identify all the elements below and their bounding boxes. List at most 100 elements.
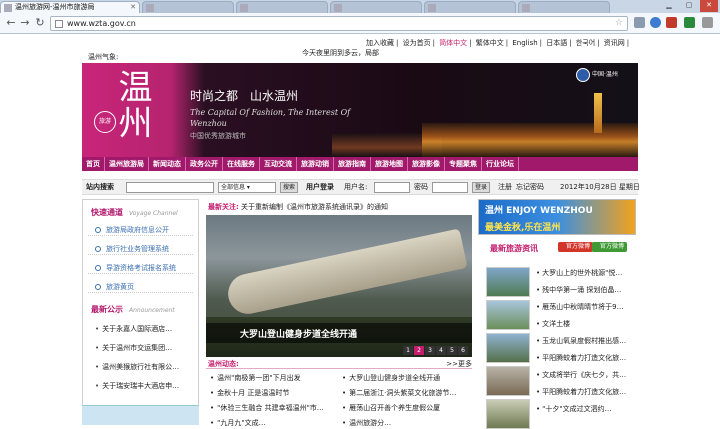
browser-toolbar: ← → ↻ www.wzta.gov.cn ☆ (0, 13, 720, 34)
night-scene-image (422, 123, 638, 157)
weather-label: 温州气象: (88, 53, 119, 61)
news-thumbnail[interactable] (486, 300, 530, 330)
news-item[interactable]: "九月九"文成… (210, 418, 265, 428)
extension-icon[interactable] (634, 17, 645, 28)
mainnav-bureau[interactable]: 温州旅游局 (105, 157, 149, 171)
nav-set-home[interactable]: 设为首页 (403, 39, 431, 47)
extension-icon[interactable] (666, 17, 677, 28)
slide-2[interactable]: 2 (414, 346, 424, 355)
wrench-menu-icon[interactable] (702, 17, 713, 28)
info-item[interactable]: 玉龙山氧泉度假村推出感… (536, 336, 626, 346)
featured-photo[interactable]: 大罗山登山健身步道全线开通 123456 (206, 215, 472, 357)
mainnav-marketing[interactable]: 旅游动销 (297, 157, 334, 171)
mainnav-images[interactable]: 旅游影像 (408, 157, 445, 171)
info-item[interactable]: 大罗山上的世外桃源"悦… (536, 268, 622, 278)
browser-tab-4[interactable] (330, 1, 422, 13)
register-link[interactable]: 注册 (498, 180, 512, 194)
nav-simplified[interactable]: 简体中文 (439, 39, 467, 47)
enjoy-wenzhou-banner[interactable]: 温州 ENJOY WENZHOU 最美金秋,乐在温州 (478, 199, 636, 235)
news-item[interactable]: 温州旅游分… (342, 418, 391, 428)
news-item[interactable]: 雁荡山召开善个养生度假公厦 (342, 403, 440, 413)
reload-icon[interactable]: ↻ (33, 16, 47, 30)
mainnav-service[interactable]: 在线服务 (223, 157, 260, 171)
mainnav-news[interactable]: 新闻动态 (149, 157, 186, 171)
site-search-input[interactable] (126, 182, 214, 193)
left-bottom-panel (82, 405, 199, 425)
browser-tab-5[interactable] (424, 1, 516, 13)
news-item[interactable]: 第二届浙江·洞头紫菜文化旅游节… (342, 388, 456, 398)
nav-korean[interactable]: 한국어 (576, 39, 595, 47)
nav-info-net[interactable]: 资讯网 (604, 39, 625, 47)
mainnav-map[interactable]: 旅游地图 (371, 157, 408, 171)
nav-traditional[interactable]: 繁体中文 (476, 39, 504, 47)
browser-tab-active[interactable]: 温州旅游网-温州市旅游局 ✕ (0, 1, 140, 13)
nav-japanese[interactable]: 日本語 (546, 39, 567, 47)
username-field[interactable] (374, 182, 410, 193)
search-scope-select[interactable]: 全部信息 ▾ (218, 182, 276, 193)
news-item[interactable]: "休验三生融合 共建幸福温州"市… (210, 403, 324, 413)
quick-link-guide-exam[interactable]: 导游资格考试报名系统 (88, 262, 193, 274)
browser-tab-strip: 温州旅游网-温州市旅游局 ✕ ▁ ▢ ✕ (0, 0, 720, 13)
news-item[interactable]: 大罗山登山健身步道全线开通 (342, 373, 440, 383)
notice-item[interactable]: 温州美猴旅行社有限公… (95, 362, 179, 372)
close-window-icon[interactable]: ✕ (700, 0, 718, 12)
info-item[interactable]: 平阳腾蛟着力打造文化旅… (536, 387, 626, 397)
slide-5[interactable]: 5 (447, 346, 457, 355)
address-bar[interactable]: www.wzta.gov.cn ☆ (50, 16, 628, 31)
browser-tab-6[interactable] (518, 1, 610, 13)
login-button[interactable]: 登录 (472, 182, 491, 193)
news-thumbnail[interactable] (486, 333, 530, 363)
minimize-icon[interactable]: ▁ (660, 0, 678, 12)
banner-english-slogan: The Capital Of Fashion, The Interest Of … (190, 108, 351, 128)
nav-add-favorite[interactable]: 加入收藏 (366, 39, 394, 47)
news-thumbnail[interactable] (486, 366, 530, 396)
banner-subtitle: 中国优秀旅游城市 (190, 132, 246, 140)
tab-favicon-icon (334, 4, 342, 12)
news-thumbnail[interactable] (486, 267, 530, 297)
news-item[interactable]: 金秋十月 正是温温时节 (210, 388, 289, 398)
info-item[interactable]: "十夕"文成过文泗约… (536, 404, 611, 414)
notice-item[interactable]: 关于永嘉人国际酒店… (95, 324, 172, 334)
extension-icon[interactable] (684, 17, 695, 28)
info-item[interactable]: 文洋土楼 (536, 319, 570, 329)
info-item[interactable]: 文成将举行《庆七夕，共… (536, 370, 626, 380)
search-button[interactable]: 搜索 (280, 182, 299, 193)
extension-icon[interactable] (650, 17, 661, 28)
nav-english[interactable]: English (512, 39, 537, 47)
quick-link-gov-info[interactable]: 旅游局政府信息公开 (88, 224, 193, 236)
maximize-icon[interactable]: ▢ (680, 0, 698, 12)
info-item[interactable]: 雁荡山中秋晴晴节将于9… (536, 302, 623, 312)
back-icon[interactable]: ← (4, 16, 18, 30)
close-tab-icon[interactable]: ✕ (130, 2, 136, 13)
latest-focus[interactable]: 最新关注: 关于重新编制《温州市旅游系统通讯录》的通知 (208, 202, 388, 212)
quick-link-agency-system[interactable]: 旅行社业务管理系统 (88, 243, 193, 255)
slide-1[interactable]: 1 (403, 346, 413, 355)
mainnav-topics[interactable]: 专题聚焦 (445, 157, 482, 171)
bookmark-star-icon[interactable]: ☆ (615, 17, 623, 30)
browser-tab-3[interactable] (236, 1, 328, 13)
info-item[interactable]: 平阳腾蛟着力打造文化旅… (536, 353, 626, 363)
password-field[interactable] (432, 182, 468, 193)
forgot-password-link[interactable]: 忘记密码 (516, 180, 544, 194)
tencent-weibo-button[interactable]: 官方微博 (592, 242, 628, 252)
pagoda-image (594, 93, 602, 133)
notice-item[interactable]: 关于温州市交运集团… (95, 343, 172, 353)
news-item[interactable]: 温州"南极第一团"下月出发 (210, 373, 300, 383)
mainnav-gov[interactable]: 政务公开 (186, 157, 223, 171)
mainnav-guide[interactable]: 旅游指南 (334, 157, 371, 171)
weibo-button[interactable]: 官方微博 (558, 242, 594, 252)
info-item[interactable]: 残中华第一涌 探划伯晶… (536, 285, 621, 295)
slide-6[interactable]: 6 (458, 346, 468, 355)
quick-link-yellow-pages[interactable]: 旅游黄页 (88, 281, 193, 293)
latest-info-title: 最新旅游资讯 (490, 244, 538, 253)
browser-tab-2[interactable] (142, 1, 234, 13)
mainnav-forum[interactable]: 行业论坛 (482, 157, 519, 171)
notice-item[interactable]: 关于瑞安瑞丰大酒店申… (95, 381, 179, 391)
mainnav-home[interactable]: 首页 (82, 157, 105, 171)
bullet-icon (95, 284, 101, 290)
mainnav-interact[interactable]: 互动交流 (260, 157, 297, 171)
site-logo[interactable]: 温州 旅游 (90, 67, 178, 153)
forward-icon[interactable]: → (18, 16, 32, 30)
slide-3[interactable]: 3 (425, 346, 435, 355)
slide-4[interactable]: 4 (436, 346, 446, 355)
